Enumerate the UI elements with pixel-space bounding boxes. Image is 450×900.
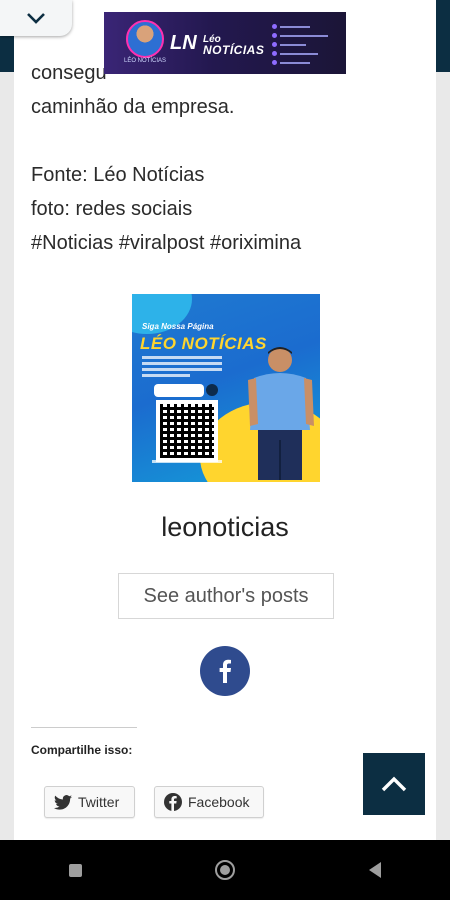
facebook-icon: [219, 659, 231, 683]
logo-title: Léo NOTÍCIAS: [203, 34, 264, 56]
author-avatar: Siga Nossa Página LÉO NOTÍCIAS: [132, 294, 320, 482]
person-photo: [248, 347, 314, 480]
logo-contacts: [272, 22, 342, 67]
collapse-toolbar-button[interactable]: [0, 0, 72, 36]
article-body: consegu caminhão da empresa. Fonte: Léo …: [31, 56, 301, 260]
logo-mark: LN: [170, 32, 197, 54]
share-facebook-label: Facebook: [188, 794, 250, 810]
chevron-up-icon: [381, 776, 407, 792]
facebook-icon: [164, 793, 182, 811]
qr-code: [156, 400, 218, 462]
article-content: consegu caminhão da empresa. Fonte: Léo …: [14, 0, 436, 840]
author-facebook-link[interactable]: [200, 646, 250, 696]
article-photo-credit: foto: redes sociais: [31, 198, 193, 220]
logo-caption: LÉO NOTÍCIAS: [123, 58, 166, 64]
share-facebook-button[interactable]: Facebook: [154, 786, 264, 818]
twitter-icon: [54, 794, 72, 810]
recent-apps-button[interactable]: [68, 863, 82, 877]
author-name: leonoticias: [161, 512, 289, 542]
share-heading: Compartilhe isso:: [31, 743, 133, 757]
share-twitter-button[interactable]: Twitter: [44, 786, 135, 818]
article-text-line: caminhão da empresa.: [31, 96, 235, 118]
article-source: Fonte: Léo Notícias: [31, 164, 205, 186]
logo-title-line2: NOTÍCIAS: [203, 43, 265, 57]
divider: [31, 727, 137, 728]
system-navigation-bar: [0, 840, 450, 900]
back-button[interactable]: [369, 862, 381, 878]
chevron-down-icon: [27, 13, 45, 24]
see-author-posts-button[interactable]: See author's posts: [118, 573, 334, 619]
avatar-headline: Siga Nossa Página: [142, 322, 214, 331]
back-to-top-button[interactable]: [363, 753, 425, 815]
share-twitter-label: Twitter: [78, 794, 120, 810]
logo-avatar: [126, 20, 164, 58]
home-button[interactable]: [215, 860, 235, 880]
article-hashtags[interactable]: #Noticias #viralpost #oriximina: [31, 226, 301, 260]
site-logo[interactable]: LÉO NOTÍCIAS LN Léo NOTÍCIAS: [104, 12, 346, 74]
